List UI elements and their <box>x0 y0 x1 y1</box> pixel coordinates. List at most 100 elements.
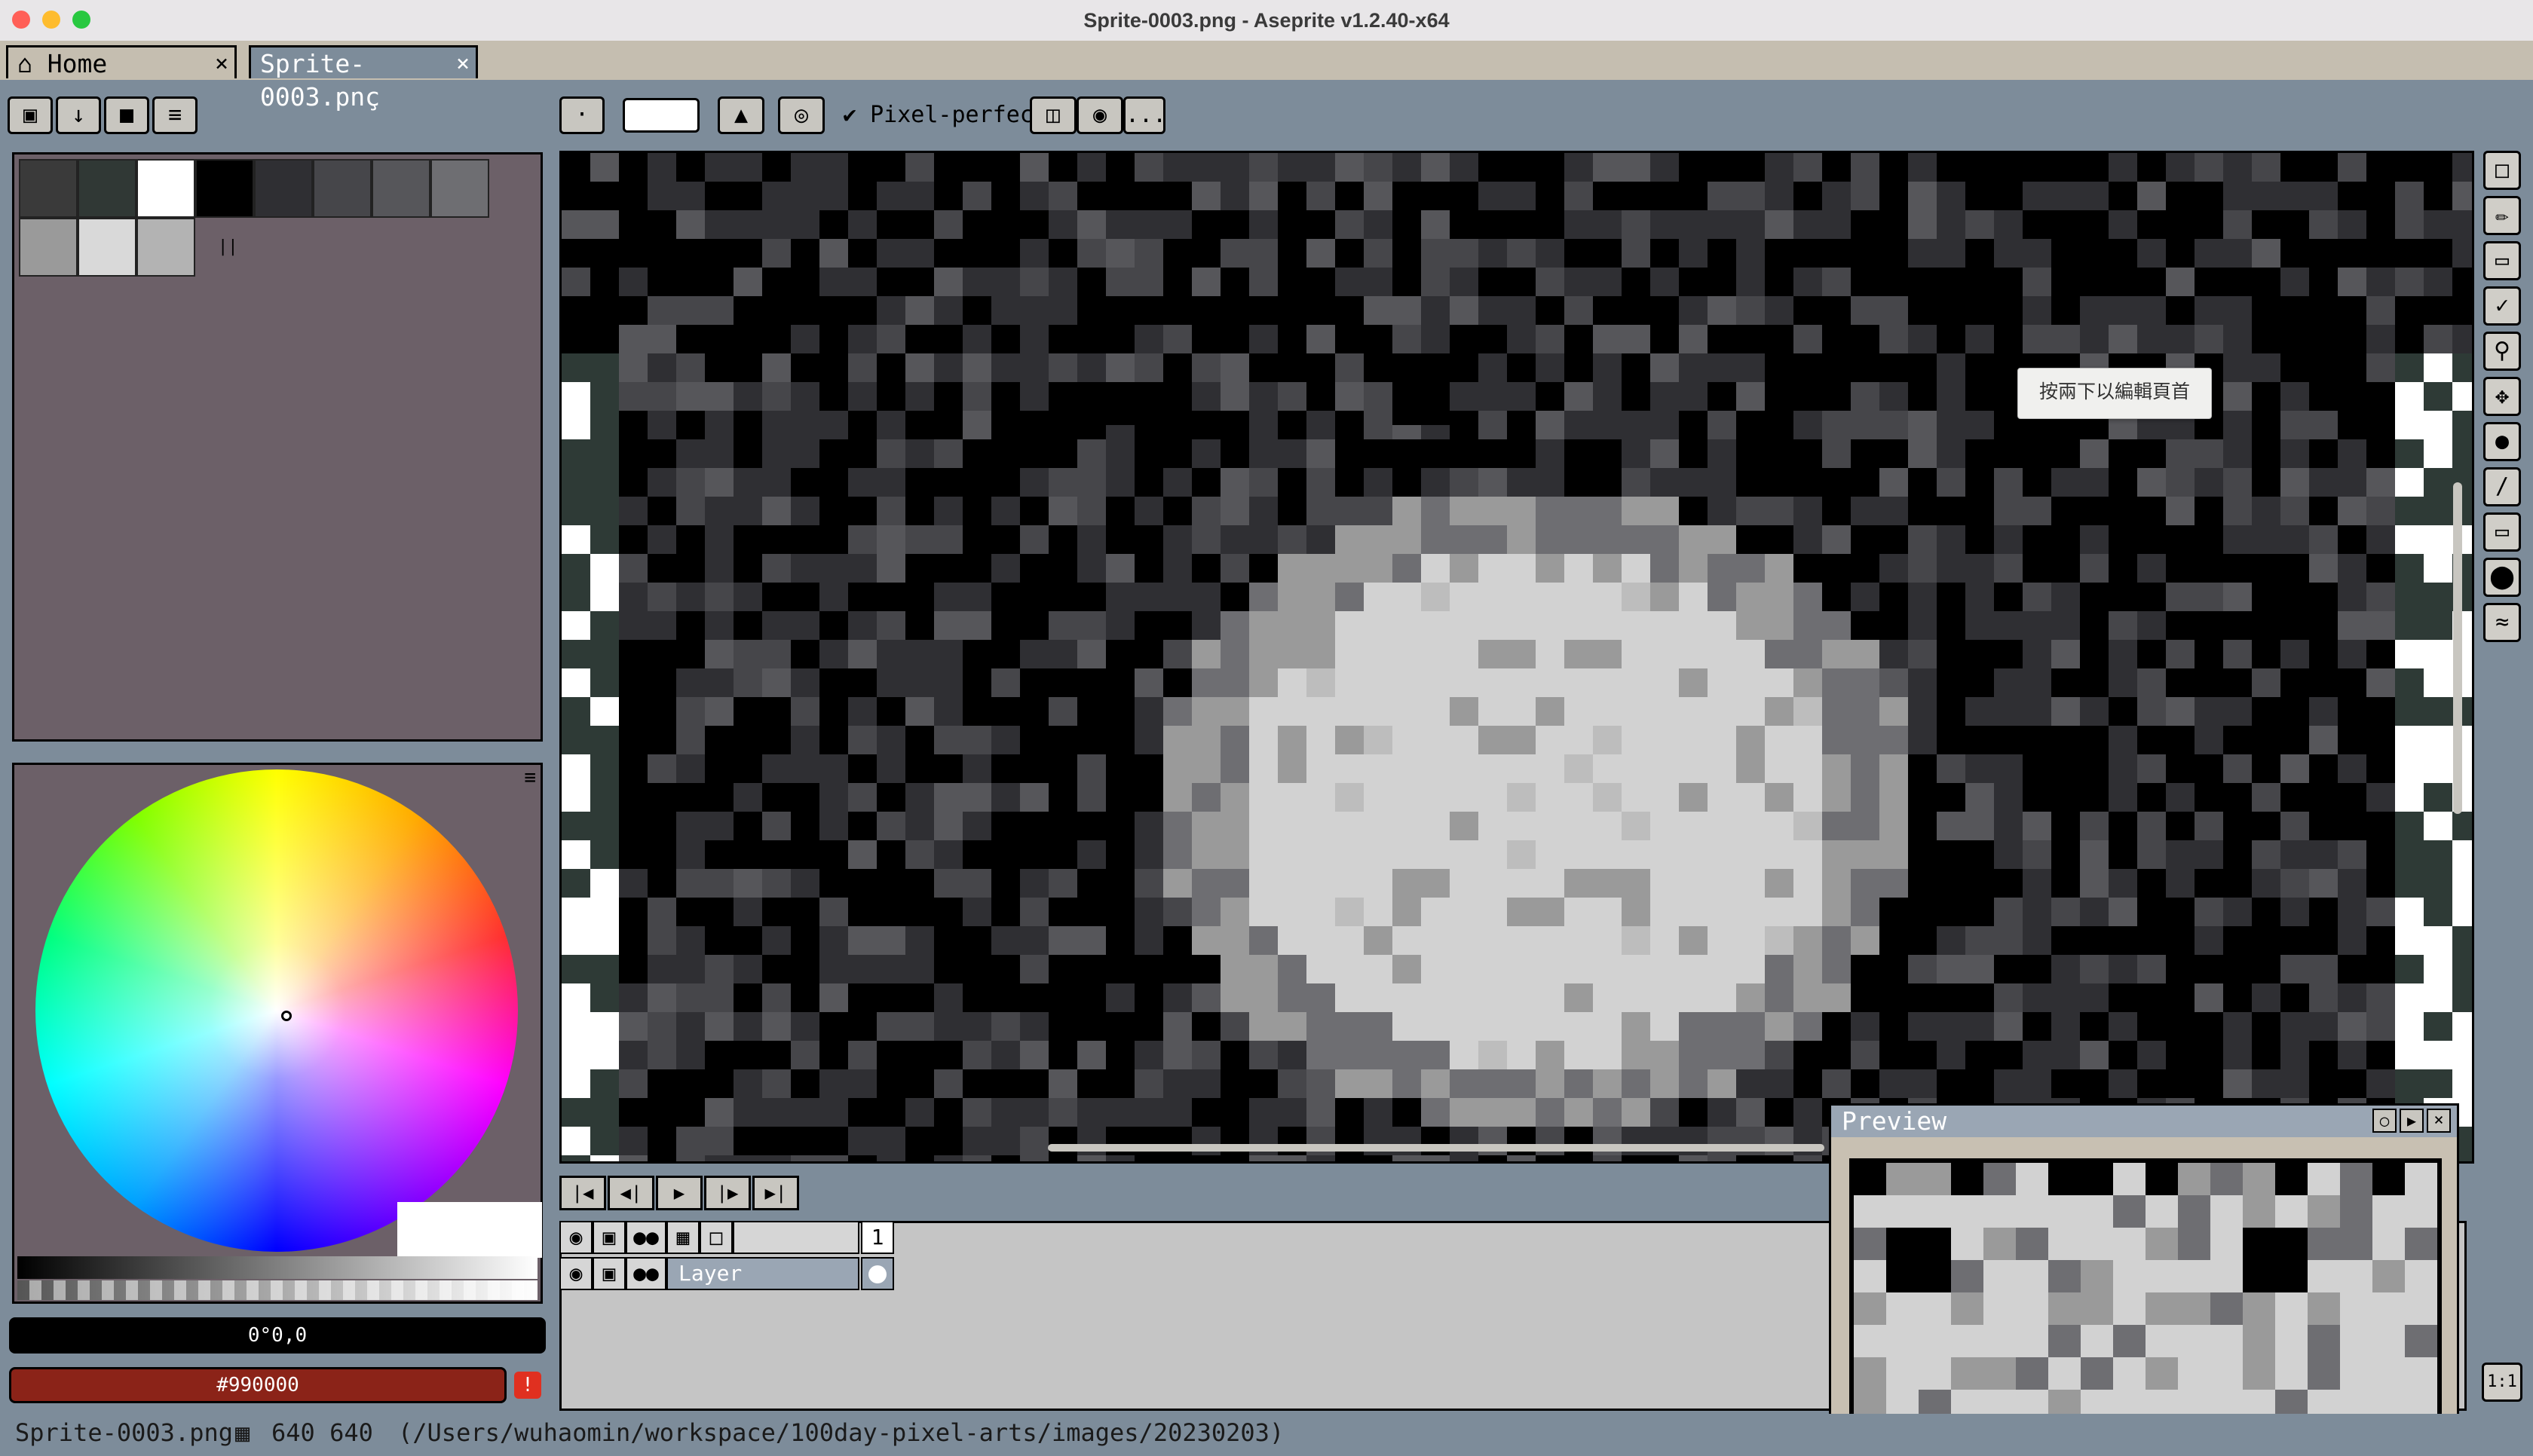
palette-panel: || <box>12 152 543 742</box>
pressure-button[interactable]: ◎ <box>778 96 825 134</box>
warning-icon[interactable]: ! <box>514 1372 541 1399</box>
link-cels-icon[interactable]: ▦ <box>666 1221 700 1254</box>
color-wheel[interactable] <box>35 769 518 1252</box>
last-frame-button[interactable]: ▶| <box>752 1176 799 1210</box>
lock-palette-button[interactable]: ▣ <box>8 96 53 134</box>
move-tool-button[interactable]: ✥ <box>2483 377 2521 416</box>
mask-icon: ◉ <box>1092 102 1107 128</box>
cel-icon[interactable] <box>861 1257 894 1290</box>
palette-swatch[interactable] <box>372 159 430 218</box>
frame-number[interactable]: 1 <box>861 1221 894 1254</box>
brush-icon: ≈ <box>2495 609 2510 635</box>
window-title: Sprite-0003.png - Aseprite v1.2.40-x64 <box>1083 9 1450 32</box>
zoom-one-to-one-button[interactable]: 1:1 <box>2482 1363 2522 1402</box>
brush-size-input[interactable] <box>623 98 700 133</box>
canvas-size-icon: ▦ <box>235 1418 250 1447</box>
layer-name[interactable]: Layer <box>666 1257 859 1290</box>
marquee-icon: □ <box>2495 157 2510 183</box>
sprite-canvas[interactable] <box>559 151 2474 1164</box>
alpha-slider[interactable] <box>17 1280 538 1300</box>
visibility-header-icon[interactable]: ◉ <box>559 1221 593 1254</box>
tab-sprite[interactable]: Sprite-0003.pnç × <box>249 45 478 112</box>
last-frame-icon: ▶| <box>764 1182 787 1204</box>
line-tool-button[interactable]: ∕ <box>2483 467 2521 506</box>
tab-bar: ⌂ Home × Sprite-0003.pnç × <box>0 41 2533 112</box>
eyedropper-tool-button[interactable]: ✓ <box>2483 286 2521 326</box>
foreground-color-bar[interactable]: 0°0,0 <box>9 1317 546 1354</box>
zoom-tool-button[interactable]: ⚲ <box>2483 332 2521 371</box>
eraser-icon: ▭ <box>2495 247 2510 274</box>
palette-swatch[interactable] <box>430 159 489 218</box>
square-icon: ■ <box>119 102 134 128</box>
eraser-tool-button[interactable]: ▭ <box>2483 241 2521 280</box>
tab-home-close-icon[interactable]: × <box>215 47 228 81</box>
wheel-menu-icon[interactable]: ≡ <box>524 766 536 789</box>
palette-swatch[interactable] <box>313 159 372 218</box>
magnifier-icon: ⚲ <box>2494 338 2510 364</box>
blur-tool-button[interactable]: ≈ <box>2483 603 2521 642</box>
status-filename: Sprite-0003.png <box>15 1418 233 1447</box>
preview-center-icon[interactable]: ◯ <box>2372 1109 2397 1133</box>
marquee-tool-button[interactable]: □ <box>2483 151 2521 190</box>
palette-swatch[interactable] <box>195 159 254 218</box>
color-wheel-cursor[interactable] <box>281 1011 292 1021</box>
ink-bottle-icon: ▲ <box>734 102 749 128</box>
preview-play-icon[interactable]: ▶ <box>2400 1109 2424 1133</box>
palette-swatch[interactable] <box>78 218 136 277</box>
preview-close-icon[interactable]: × <box>2427 1109 2451 1133</box>
layer-lock-icon[interactable]: ▣ <box>593 1257 626 1290</box>
contour-tool-button[interactable]: ⬤ <box>2483 558 2521 597</box>
pixel-art-image[interactable] <box>562 153 2472 1161</box>
ink-button[interactable]: ▲ <box>718 96 764 134</box>
dynamics-button[interactable]: ◉ <box>1077 96 1123 134</box>
frame-header-icon[interactable]: □ <box>700 1221 733 1254</box>
brush-type-button[interactable]: · <box>559 96 605 134</box>
horizontal-scrollbar[interactable] <box>1048 1144 1824 1152</box>
next-frame-button[interactable]: |▶ <box>704 1176 751 1210</box>
fill-tool-button[interactable]: ● <box>2483 422 2521 461</box>
palette-download-button[interactable]: ↓ <box>56 96 101 134</box>
tab-home[interactable]: ⌂ Home × <box>6 45 237 78</box>
rectangle-icon: ▭ <box>2495 518 2510 545</box>
palette-menu-button[interactable]: ≡ <box>152 96 198 134</box>
play-button[interactable]: ▶ <box>656 1176 703 1210</box>
palette-stop-button[interactable]: ■ <box>104 96 149 134</box>
vertical-scrollbar[interactable] <box>2453 482 2462 814</box>
palette-swatch[interactable] <box>136 159 195 218</box>
line-icon: ∕ <box>2495 473 2510 500</box>
rectangle-tool-button[interactable]: ▭ <box>2483 512 2521 552</box>
value-slider[interactable] <box>17 1256 538 1279</box>
pencil-tool-button[interactable]: ✏ <box>2483 196 2521 235</box>
blob-icon: ⬤ <box>2489 564 2515 590</box>
symmetry-button[interactable]: ◫ <box>1030 96 1077 134</box>
pixel-perfect-label: Pixel-perfect <box>870 102 1047 128</box>
layer-header <box>733 1221 859 1254</box>
pixel-perfect-checkbox[interactable]: ✔ Pixel-perfect <box>843 98 1047 133</box>
menu-icon: ≡ <box>167 102 182 128</box>
first-frame-icon: |◀ <box>571 1182 594 1204</box>
first-frame-button[interactable]: |◀ <box>559 1176 606 1210</box>
palette-swatch[interactable] <box>78 159 136 218</box>
previous-frame-button[interactable]: ◀| <box>608 1176 654 1210</box>
layer-visibility-icon[interactable]: ◉ <box>559 1257 593 1290</box>
palette-swatch[interactable] <box>19 218 78 277</box>
layer-continuous-icon[interactable]: ●● <box>626 1257 666 1290</box>
lock-header-icon[interactable]: ▣ <box>593 1221 626 1254</box>
tab-sprite-close-icon[interactable]: × <box>456 47 470 81</box>
status-bar: Sprite-0003.png ▦ 640 640 (/Users/wuhaom… <box>0 1414 2533 1456</box>
preview-image <box>1854 1163 2437 1430</box>
eyedropper-icon: ✓ <box>2495 292 2510 319</box>
palette-swatch[interactable] <box>254 159 313 218</box>
background-color-bar[interactable]: #990000 <box>9 1367 507 1403</box>
palette-swatch[interactable] <box>19 159 78 218</box>
tab-home-label: Home <box>47 49 108 78</box>
onion-skin-icon[interactable]: ●● <box>626 1221 666 1254</box>
previous-frame-icon: ◀| <box>620 1182 642 1204</box>
palette-resize-handle[interactable]: || <box>218 237 238 256</box>
drop-icon: ● <box>2495 428 2510 454</box>
eye-pixel <box>1392 382 1450 425</box>
preview-window[interactable]: Preview ◯ ▶ × <box>1829 1103 2459 1444</box>
status-path: (/Users/wuhaomin/workspace/100day-pixel-… <box>398 1418 1285 1447</box>
more-options-button[interactable]: ... <box>1123 96 1166 134</box>
palette-swatch[interactable] <box>136 218 195 277</box>
